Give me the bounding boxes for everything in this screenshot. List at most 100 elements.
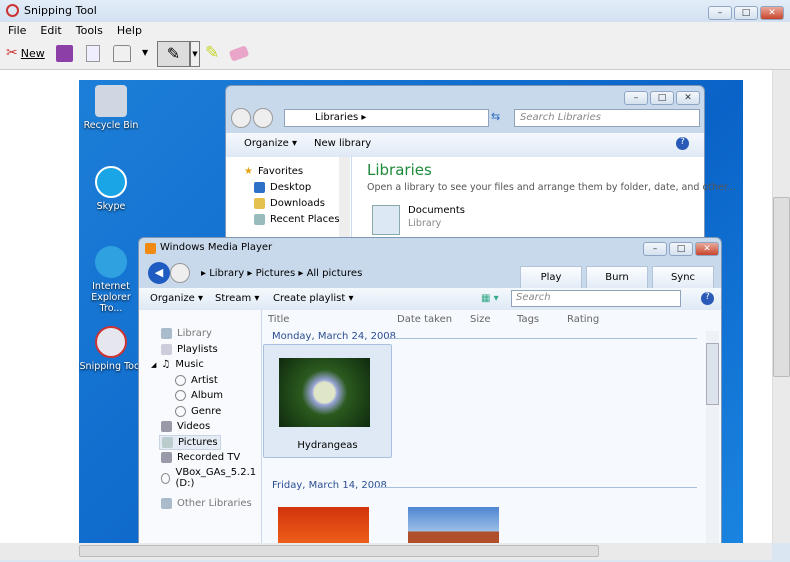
nav-downloads[interactable]: Downloads — [254, 198, 325, 209]
wmp-content: Title Date taken Size Tags Rating Monday… — [262, 310, 721, 543]
wmp-command-bar: Organize ▾ Stream ▾ Create playlist ▾ ▦ … — [139, 288, 721, 310]
nav-genre[interactable]: Genre — [175, 406, 221, 417]
scissors-icon: ✂ — [6, 45, 18, 61]
wmp-close-button[interactable]: ✕ — [695, 242, 719, 256]
tab-play[interactable]: Play — [520, 266, 582, 288]
new-button[interactable]: ✂ New — [6, 45, 45, 61]
nav-pictures[interactable]: Pictures — [159, 435, 221, 450]
forward-button[interactable] — [253, 108, 273, 128]
nav-desktop[interactable]: Desktop — [254, 182, 311, 193]
minimize-button[interactable]: – — [708, 6, 732, 20]
title-bar: Snipping Tool – □ ✕ — [0, 0, 790, 22]
window-title: Snipping Tool — [24, 4, 97, 17]
vertical-scrollbar[interactable] — [772, 70, 790, 543]
explorer-minimize-button[interactable]: – — [624, 91, 648, 105]
tab-sync[interactable]: Sync — [652, 266, 714, 288]
wmp-minimize-button[interactable]: – — [643, 242, 667, 256]
content-subheading: Open a library to see your files and arr… — [367, 182, 736, 193]
group-date: Friday, March 14, 2008 — [272, 480, 387, 491]
column-tags[interactable]: Tags — [517, 314, 539, 325]
column-size[interactable]: Size — [470, 314, 491, 325]
explorer-command-bar: Organize ▾ New library ? — [226, 133, 704, 157]
menu-file[interactable]: File — [0, 22, 32, 39]
nav-music[interactable]: ◢ ♫ Music — [151, 359, 204, 370]
pen-button[interactable]: ✎ — [157, 41, 190, 67]
nav-vbox-drive[interactable]: VBox_GAs_5.2.1 (D:) — [161, 467, 261, 489]
back-button[interactable] — [231, 108, 251, 128]
horizontal-scrollbar[interactable] — [0, 543, 772, 560]
close-button[interactable]: ✕ — [760, 6, 784, 20]
nav-favorites[interactable]: ★ Favorites — [244, 166, 303, 177]
music-icon: ♫ — [161, 359, 171, 370]
address-bar[interactable]: Libraries ▸ — [284, 109, 489, 127]
wmp-breadcrumb: ▸ Library ▸ Pictures ▸ All pictures — [201, 268, 363, 279]
new-library-button[interactable]: New library — [314, 138, 371, 149]
column-title[interactable]: Title — [268, 314, 289, 325]
wmp-window: Windows Media Player – □ ✕ ◀ ▸ Library ▸… — [138, 237, 722, 543]
create-playlist-button[interactable]: Create playlist ▾ — [273, 293, 353, 304]
pen-dropdown-button[interactable]: ▼ — [190, 41, 200, 67]
toolbar: ✂ New ▼ ✎ ▼ ✎ — [0, 39, 790, 70]
menu-help[interactable]: Help — [109, 22, 148, 39]
snip-canvas: Recycle Bin Skype Internet Explorer Tro.… — [0, 70, 772, 543]
stream-button[interactable]: Stream ▾ — [215, 293, 259, 304]
nav-videos[interactable]: Videos — [161, 421, 210, 432]
picture-item-hydrangeas[interactable]: Hydrangeas — [263, 344, 392, 458]
nav-recorded-tv[interactable]: Recorded TV — [161, 452, 240, 463]
eraser-icon[interactable] — [228, 45, 250, 62]
refresh-icon[interactable]: ⇆ — [491, 110, 500, 123]
desktop-icon-recycle-bin[interactable]: Recycle Bin — [79, 85, 143, 131]
nav-other-libraries[interactable]: Other Libraries — [161, 498, 252, 509]
wmp-icon — [145, 243, 156, 254]
tab-burn[interactable]: Burn — [586, 266, 648, 288]
picture-thumbnail-chrysanthemum[interactable] — [278, 507, 369, 543]
explorer-maximize-button[interactable]: □ — [650, 91, 674, 105]
hydrangeas-thumbnail — [279, 358, 370, 427]
wmp-vertical-scrollbar[interactable] — [706, 331, 719, 543]
skype-icon — [95, 166, 127, 198]
breadcrumb-library[interactable]: Library — [209, 268, 244, 279]
snipping-tool-icon — [6, 4, 19, 17]
wmp-organize-button[interactable]: Organize ▾ — [150, 293, 203, 304]
desktop-icon-internet-explorer[interactable]: Internet Explorer Tro... — [79, 246, 143, 314]
wmp-search-input[interactable]: Search — [511, 290, 681, 307]
wmp-back-button[interactable]: ◀ — [148, 262, 170, 284]
menu-tools[interactable]: Tools — [68, 22, 109, 39]
downloads-icon — [254, 198, 265, 209]
save-icon[interactable] — [56, 45, 73, 62]
wmp-maximize-button[interactable]: □ — [669, 242, 693, 256]
maximize-button[interactable]: □ — [734, 6, 758, 20]
nav-artist[interactable]: Artist — [175, 375, 218, 386]
send-dropdown-icon[interactable]: ▼ — [142, 48, 148, 57]
desktop-icon-snipping-tool[interactable]: Snipping Tool — [79, 326, 143, 372]
column-date-taken[interactable]: Date taken — [397, 314, 452, 325]
breadcrumb-pictures[interactable]: Pictures — [256, 268, 296, 279]
help-icon[interactable]: ? — [676, 137, 689, 150]
copy-icon[interactable] — [86, 45, 100, 62]
organize-button[interactable]: Organize ▾ — [244, 138, 297, 149]
explorer-close-button[interactable]: ✕ — [676, 91, 700, 105]
desktop-icon-skype[interactable]: Skype — [79, 166, 143, 212]
view-options-icon[interactable]: ▦ ▾ — [481, 293, 499, 304]
wmp-help-icon[interactable]: ? — [701, 292, 714, 305]
highlighter-icon[interactable]: ✎ — [205, 43, 219, 63]
desktop-icon — [254, 182, 265, 193]
library-documents[interactable]: Documents Library — [372, 205, 465, 235]
nav-recent-places[interactable]: Recent Places — [254, 214, 340, 225]
nav-library[interactable]: Library — [161, 328, 212, 339]
explorer-window: – □ ✕ Libraries ▸ ⇆ Search Libraries Org… — [225, 85, 736, 251]
nav-album[interactable]: Album — [175, 390, 223, 401]
menu-edit[interactable]: Edit — [32, 22, 67, 39]
wmp-forward-button[interactable] — [170, 263, 190, 283]
explorer-search-input[interactable]: Search Libraries — [514, 109, 700, 127]
recent-places-icon — [254, 214, 265, 225]
breadcrumb-all-pictures[interactable]: All pictures — [307, 268, 363, 279]
picture-thumbnail-desert[interactable] — [408, 507, 499, 543]
group-date: Monday, March 24, 2008 — [272, 331, 397, 342]
column-rating[interactable]: Rating — [567, 314, 599, 325]
recycle-bin-icon — [95, 85, 127, 117]
documents-icon — [372, 205, 400, 235]
star-icon: ★ — [244, 166, 253, 177]
send-snip-icon[interactable] — [113, 45, 131, 62]
nav-playlists[interactable]: Playlists — [161, 344, 218, 355]
